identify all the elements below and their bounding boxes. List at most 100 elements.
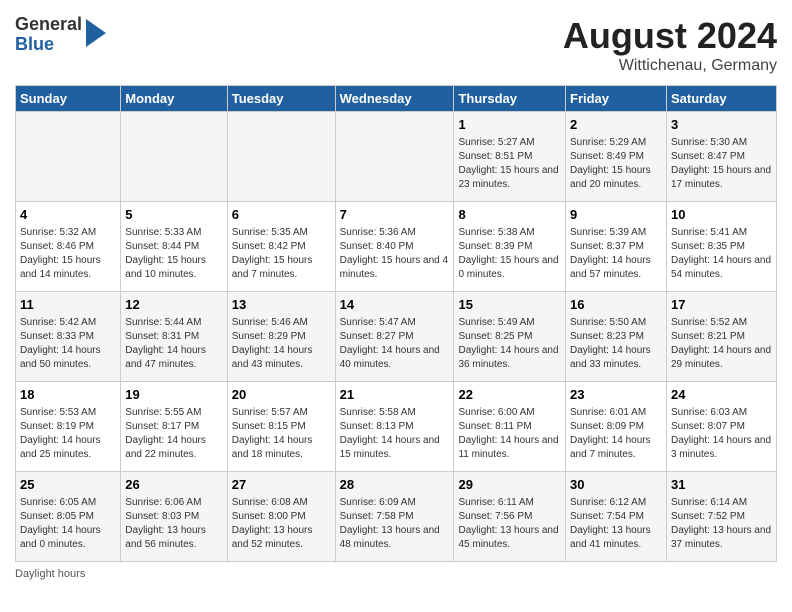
day-detail: Sunrise: 6:00 AM [458,406,561,420]
day-cell: 21 Sunrise: 5:58 AMSunset: 8:13 PMDayligh… [335,382,454,472]
day-number: 2 [570,116,662,134]
day-detail: Sunrise: 5:46 AM [232,316,331,330]
day-detail: Daylight: 14 hours and 36 minutes. [458,344,561,372]
week-row-1: 1Sunrise: 5:27 AMSunset: 8:51 PMDaylight… [16,112,777,202]
day-cell: 9Sunrise: 5:39 AMSunset: 8:37 PMDaylight… [566,202,667,292]
day-detail: Sunrise: 5:35 AM [232,226,331,240]
day-number: 28 [340,476,450,494]
day-cell: 18 Sunrise: 5:53 AMSunset: 8:19 PMDayligh… [16,382,121,472]
day-number: 21 [340,386,450,404]
day-detail: Sunset: 8:44 PM [125,240,222,254]
day-detail: Daylight: 14 hours and 40 minutes. [340,344,450,372]
day-detail: Sunrise: 5:36 AM [340,226,450,240]
day-detail: Sunrise: 5:58 AM [340,406,450,420]
day-number: 22 [458,386,561,404]
day-detail: Sunset: 8:33 PM [20,330,116,344]
day-detail: Sunrise: 5:52 AM [671,316,772,330]
day-detail: Daylight: 15 hours and 23 minutes. [458,164,561,192]
day-number: 5 [125,206,222,224]
day-detail: Sunrise: 6:01 AM [570,406,662,420]
day-number: 9 [570,206,662,224]
day-detail: Daylight: 14 hours and 29 minutes. [671,344,772,372]
day-cell: 14Sunrise: 5:47 AMSunset: 8:27 PMDayligh… [335,292,454,382]
day-detail: Sunset: 8:37 PM [570,240,662,254]
day-detail: Daylight: 13 hours and 56 minutes. [125,524,222,552]
day-cell: 2 Sunrise: 5:29 AMSunset: 8:49 PMDaylight… [566,112,667,202]
footer: Daylight hours [15,568,777,580]
day-detail: Sunrise: 5:53 AM [20,406,116,420]
day-cell: 27Sunrise: 6:08 AMSunset: 8:00 PMDayligh… [227,472,335,562]
day-cell: 5Sunrise: 5:33 AMSunset: 8:44 PMDaylight… [121,202,227,292]
day-number: 27 [232,476,331,494]
day-detail: Sunset: 8:42 PM [232,240,331,254]
day-detail: Sunrise: 5:41 AM [671,226,772,240]
day-detail: Daylight: 14 hours and 54 minutes. [671,254,772,282]
week-row-4: 18Sunrise: 5:53 AMSunset: 8:19 PMDayligh… [16,382,777,472]
day-detail: Sunrise: 5:49 AM [458,316,561,330]
day-detail: Daylight: 14 hours and 0 minutes. [20,524,116,552]
day-detail: Sunrise: 5:50 AM [570,316,662,330]
week-row-5: 25Sunrise: 6:05 AMSunset: 8:05 PMDayligh… [16,472,777,562]
page-title: August 2024 [563,15,777,57]
day-number: 24 [671,386,772,404]
column-header-sunday: Sunday [16,86,121,112]
logo: General Blue [15,15,106,55]
day-cell: 11Sunrise: 5:42 AMSunset: 8:33 PMDayligh… [16,292,121,382]
day-detail: Sunrise: 5:30 AM [671,136,772,150]
day-number: 4 [20,206,116,224]
day-cell: 3 Sunrise: 5:30 AMSunset: 8:47 PMDaylight… [666,112,776,202]
day-detail: Daylight: 13 hours and 37 minutes. [671,524,772,552]
day-cell: 6Sunrise: 5:35 AMSunset: 8:42 PMDaylight… [227,202,335,292]
week-row-3: 11Sunrise: 5:42 AMSunset: 8:33 PMDayligh… [16,292,777,382]
day-detail: Sunset: 8:19 PM [20,420,116,434]
day-cell: 8Sunrise: 5:38 AMSunset: 8:39 PMDaylight… [454,202,566,292]
day-detail: Sunrise: 5:29 AM [570,136,662,150]
day-detail: Sunset: 8:29 PM [232,330,331,344]
day-detail: Sunrise: 5:42 AM [20,316,116,330]
day-cell: 4Sunrise: 5:32 AMSunset: 8:46 PMDaylight… [16,202,121,292]
logo-text: General Blue [15,15,82,55]
day-detail: Daylight: 15 hours and 20 minutes. [570,164,662,192]
day-number: 7 [340,206,450,224]
day-number: 16 [570,296,662,314]
day-cell: 26Sunrise: 6:06 AMSunset: 8:03 PMDayligh… [121,472,227,562]
day-detail: Sunset: 8:13 PM [340,420,450,434]
logo-general: General [15,15,82,35]
day-detail: Daylight: 15 hours and 14 minutes. [20,254,116,282]
day-detail: Sunset: 8:49 PM [570,150,662,164]
column-header-wednesday: Wednesday [335,86,454,112]
day-number: 10 [671,206,772,224]
day-detail: Sunset: 8:40 PM [340,240,450,254]
day-detail: Daylight: 15 hours and 7 minutes. [232,254,331,282]
day-detail: Daylight: 14 hours and 57 minutes. [570,254,662,282]
day-cell: 23Sunrise: 6:01 AMSunset: 8:09 PMDayligh… [566,382,667,472]
daylight-label: Daylight hours [15,568,85,580]
day-number: 17 [671,296,772,314]
day-detail: Daylight: 14 hours and 18 minutes. [232,434,331,462]
day-number: 23 [570,386,662,404]
day-number: 29 [458,476,561,494]
day-detail: Sunset: 8:23 PM [570,330,662,344]
day-cell: 1Sunrise: 5:27 AMSunset: 8:51 PMDaylight… [454,112,566,202]
day-detail: Sunset: 7:54 PM [570,510,662,524]
day-cell: 28Sunrise: 6:09 AMSunset: 7:58 PMDayligh… [335,472,454,562]
day-detail: Daylight: 14 hours and 15 minutes. [340,434,450,462]
day-detail: Sunset: 8:47 PM [671,150,772,164]
day-number: 18 [20,386,116,404]
day-detail: Sunset: 8:21 PM [671,330,772,344]
day-detail: Daylight: 15 hours and 17 minutes. [671,164,772,192]
day-number: 30 [570,476,662,494]
day-detail: Sunset: 7:52 PM [671,510,772,524]
day-detail: Sunset: 8:09 PM [570,420,662,434]
day-detail: Sunset: 8:25 PM [458,330,561,344]
day-cell: 19Sunrise: 5:55 AMSunset: 8:17 PMDayligh… [121,382,227,472]
day-number: 3 [671,116,772,134]
day-detail: Daylight: 14 hours and 43 minutes. [232,344,331,372]
day-detail: Sunrise: 5:47 AM [340,316,450,330]
day-detail: Daylight: 14 hours and 33 minutes. [570,344,662,372]
day-detail: Daylight: 14 hours and 25 minutes. [20,434,116,462]
day-detail: Sunrise: 6:09 AM [340,496,450,510]
day-detail: Sunrise: 6:08 AM [232,496,331,510]
day-detail: Sunset: 8:15 PM [232,420,331,434]
day-detail: Sunrise: 5:38 AM [458,226,561,240]
